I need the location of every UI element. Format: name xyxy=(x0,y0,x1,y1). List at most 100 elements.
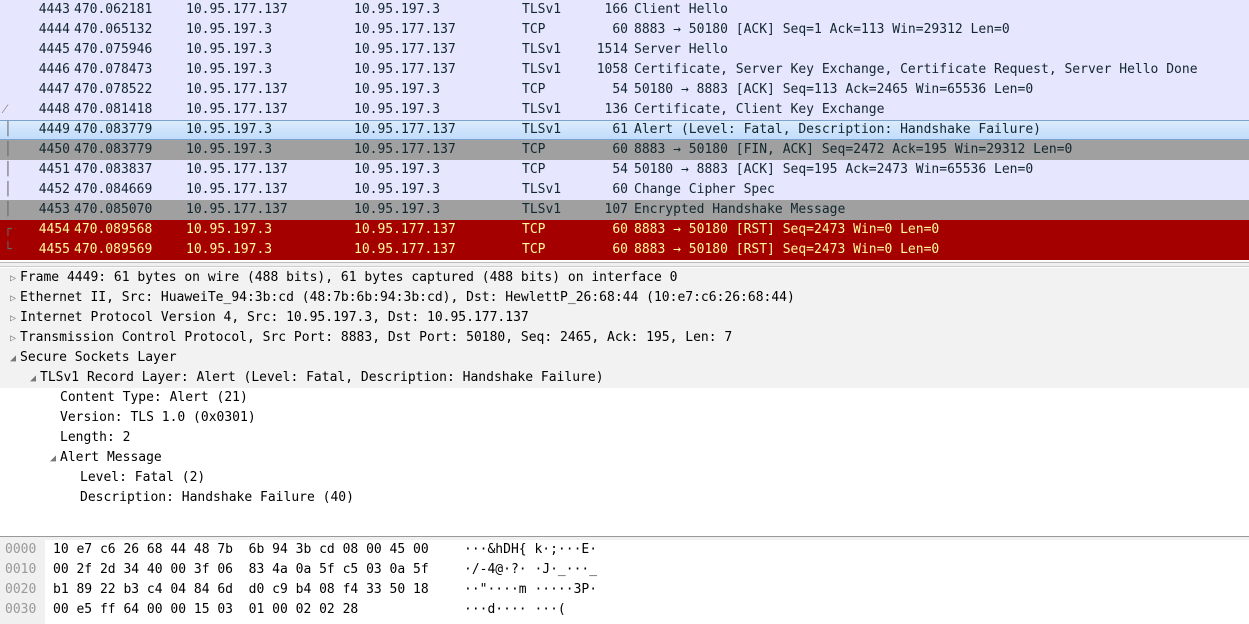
triangle-right-icon[interactable]: ▷ xyxy=(6,329,20,349)
packet-time: 470.065132 xyxy=(74,22,153,37)
packet-source: 10.95.197.3 xyxy=(186,122,273,137)
packet-row[interactable]: 4444 470.065132 10.95.197.3 10.95.177.137 TC… xyxy=(0,20,1249,40)
triangle-right-icon[interactable]: ▷ xyxy=(6,269,20,289)
packet-number: 4450 xyxy=(38,142,70,157)
packet-bytes-pane[interactable]: 0000 10 e7 c6 26 68 44 48 7b 6b 94 3b cd … xyxy=(0,540,1249,624)
packet-destination: 10.95.197.3 xyxy=(354,2,441,17)
packet-number: 4451 xyxy=(38,162,70,177)
packet-row[interactable]: │ 4453 470.085070 10.95.177.137 10.95.197.3 T… xyxy=(0,200,1249,220)
packet-length: 60 xyxy=(612,242,628,257)
detail-tree-item[interactable]: ▷ Frame 4449: 61 bytes on wire (488 bits)… xyxy=(0,268,1249,288)
detail-tree-item[interactable]: ◢ TLSv1 Record Layer: Alert (Level: Fatal… xyxy=(0,368,1249,388)
packet-info: 8883 → 50180 [FIN, ACK] Seq=2472 Ack=195… xyxy=(634,142,1073,157)
related-packet-indicator: │ xyxy=(4,162,12,177)
packet-protocol: TCP xyxy=(522,22,546,37)
hex-ascii[interactable]: ··"····m ·····3P· xyxy=(464,580,597,600)
detail-text: TLSv1 Record Layer: Alert (Level: Fatal,… xyxy=(40,370,604,385)
packet-number: 4445 xyxy=(38,42,70,57)
packet-destination: 10.95.197.3 xyxy=(354,182,441,197)
detail-tree-item[interactable]: Version: TLS 1.0 (0x0301) xyxy=(0,408,1249,428)
packet-length: 54 xyxy=(612,82,628,97)
packet-info: Server Hello xyxy=(634,42,728,57)
packet-number: 4453 xyxy=(38,202,70,217)
packet-source: 10.95.177.137 xyxy=(186,102,288,117)
packet-length: 107 xyxy=(604,202,628,217)
hex-bytes[interactable]: 00 e5 ff 64 00 00 15 03 01 00 02 02 28 xyxy=(53,600,358,620)
detail-tree-item[interactable]: Level: Fatal (2) xyxy=(0,468,1249,488)
detail-tree-item[interactable]: ◢ Alert Message xyxy=(0,448,1249,468)
triangle-down-icon[interactable]: ◢ xyxy=(46,449,60,469)
detail-tree-item[interactable]: ◢ Secure Sockets Layer xyxy=(0,348,1249,368)
packet-source: 10.95.177.137 xyxy=(186,182,288,197)
packet-destination: 10.95.197.3 xyxy=(354,82,441,97)
triangle-right-icon[interactable]: ▷ xyxy=(6,289,20,309)
packet-time: 470.089568 xyxy=(74,222,153,237)
hex-offset: 0010 xyxy=(5,562,37,577)
packet-row[interactable]: │ 4449 470.083779 10.95.197.3 10.95.177.137 T… xyxy=(0,120,1249,140)
packet-details-tree[interactable]: ▷ Frame 4449: 61 bytes on wire (488 bits)… xyxy=(0,268,1249,536)
packet-destination: 10.95.177.137 xyxy=(354,122,456,137)
packet-time: 470.083837 xyxy=(74,162,153,177)
hex-offset: 0030 xyxy=(5,602,37,617)
detail-tree-item[interactable]: ▷ Ethernet II, Src: HuaweiTe_94:3b:cd (48… xyxy=(0,288,1249,308)
packet-protocol: TCP xyxy=(522,142,546,157)
hex-bytes[interactable]: 00 2f 2d 34 40 00 3f 06 83 4a 0a 5f c5 0… xyxy=(53,560,429,580)
detail-text: Length: 2 xyxy=(60,430,131,445)
hex-bytes[interactable]: b1 89 22 b3 c4 04 84 6d d0 c9 b4 08 f4 3… xyxy=(53,580,429,600)
packet-list[interactable]: 4443 470.062181 10.95.177.137 10.95.197.3 TL… xyxy=(0,0,1249,262)
packet-protocol: TLSv1 xyxy=(522,202,562,217)
triangle-down-icon[interactable]: ◢ xyxy=(26,369,40,389)
hex-ascii[interactable]: ·/-4@·?· ·J·_···_ xyxy=(464,560,597,580)
packet-row[interactable]: 4447 470.078522 10.95.177.137 10.95.197.3 TC… xyxy=(0,80,1249,100)
hex-offset: 0020 xyxy=(5,582,37,597)
related-packet-indicator: ⁄ xyxy=(4,102,7,117)
packet-row[interactable]: ┌ 4454 470.089568 10.95.197.3 10.95.177.137 T… xyxy=(0,220,1249,240)
packet-number: 4444 xyxy=(38,22,70,37)
packet-length: 54 xyxy=(612,162,628,177)
triangle-right-icon[interactable]: ▷ xyxy=(6,309,20,329)
detail-text: Ethernet II, Src: HuaweiTe_94:3b:cd (48:… xyxy=(20,290,795,305)
detail-tree-item[interactable]: ▷ Internet Protocol Version 4, Src: 10.95… xyxy=(0,308,1249,328)
packet-row[interactable]: │ 4451 470.083837 10.95.177.137 10.95.197.3 T… xyxy=(0,160,1249,180)
packet-protocol: TLSv1 xyxy=(522,122,562,137)
detail-text: Description: Handshake Failure (40) xyxy=(80,490,354,505)
hex-bytes[interactable]: 10 e7 c6 26 68 44 48 7b 6b 94 3b cd 08 0… xyxy=(53,540,429,560)
packet-row[interactable]: └ 4455 470.089569 10.95.197.3 10.95.177.137 T… xyxy=(0,240,1249,260)
hex-ascii[interactable]: ···d···· ···( xyxy=(464,600,566,620)
hex-ascii[interactable]: ···&hDH{ k·;···E· xyxy=(464,540,597,560)
detail-tree-item[interactable]: Length: 2 xyxy=(0,428,1249,448)
packet-destination: 10.95.177.137 xyxy=(354,42,456,57)
pane-splitter[interactable] xyxy=(0,262,1249,267)
packet-destination: 10.95.177.137 xyxy=(354,242,456,257)
packet-row[interactable]: │ 4452 470.084669 10.95.177.137 10.95.197.3 T… xyxy=(0,180,1249,200)
packet-protocol: TCP xyxy=(522,242,546,257)
packet-info: Alert (Level: Fatal, Description: Handsh… xyxy=(634,122,1041,137)
packet-protocol: TLSv1 xyxy=(522,102,562,117)
packet-destination: 10.95.197.3 xyxy=(354,102,441,117)
packet-protocol: TCP xyxy=(522,222,546,237)
packet-protocol: TLSv1 xyxy=(522,42,562,57)
detail-tree-item[interactable]: Description: Handshake Failure (40) xyxy=(0,488,1249,508)
packet-row[interactable]: 4446 470.078473 10.95.197.3 10.95.177.137 TL… xyxy=(0,60,1249,80)
packet-length: 60 xyxy=(612,142,628,157)
packet-source: 10.95.177.137 xyxy=(186,82,288,97)
packet-protocol: TLSv1 xyxy=(522,182,562,197)
detail-text: Alert Message xyxy=(60,450,162,465)
packet-source: 10.95.197.3 xyxy=(186,62,273,77)
triangle-down-icon[interactable]: ◢ xyxy=(6,349,20,369)
packet-time: 470.084669 xyxy=(74,182,153,197)
packet-info: Client Hello xyxy=(634,2,728,17)
packet-row[interactable]: 4443 470.062181 10.95.177.137 10.95.197.3 TL… xyxy=(0,0,1249,20)
packet-length: 1514 xyxy=(596,42,628,57)
packet-time: 470.089569 xyxy=(74,242,153,257)
packet-number: 4452 xyxy=(38,182,70,197)
packet-number: 4454 xyxy=(38,222,70,237)
related-packet-indicator: │ xyxy=(4,202,12,217)
packet-source: 10.95.197.3 xyxy=(186,22,273,37)
packet-row[interactable]: 4445 470.075946 10.95.197.3 10.95.177.137 TL… xyxy=(0,40,1249,60)
packet-info: Change Cipher Spec xyxy=(634,182,775,197)
packet-row[interactable]: │ 4450 470.083779 10.95.197.3 10.95.177.137 T… xyxy=(0,140,1249,160)
packet-row[interactable]: ⁄ 4448 470.081418 10.95.177.137 10.95.197.3 T… xyxy=(0,100,1249,120)
detail-tree-item[interactable]: ▷ Transmission Control Protocol, Src Port… xyxy=(0,328,1249,348)
detail-tree-item[interactable]: Content Type: Alert (21) xyxy=(0,388,1249,408)
